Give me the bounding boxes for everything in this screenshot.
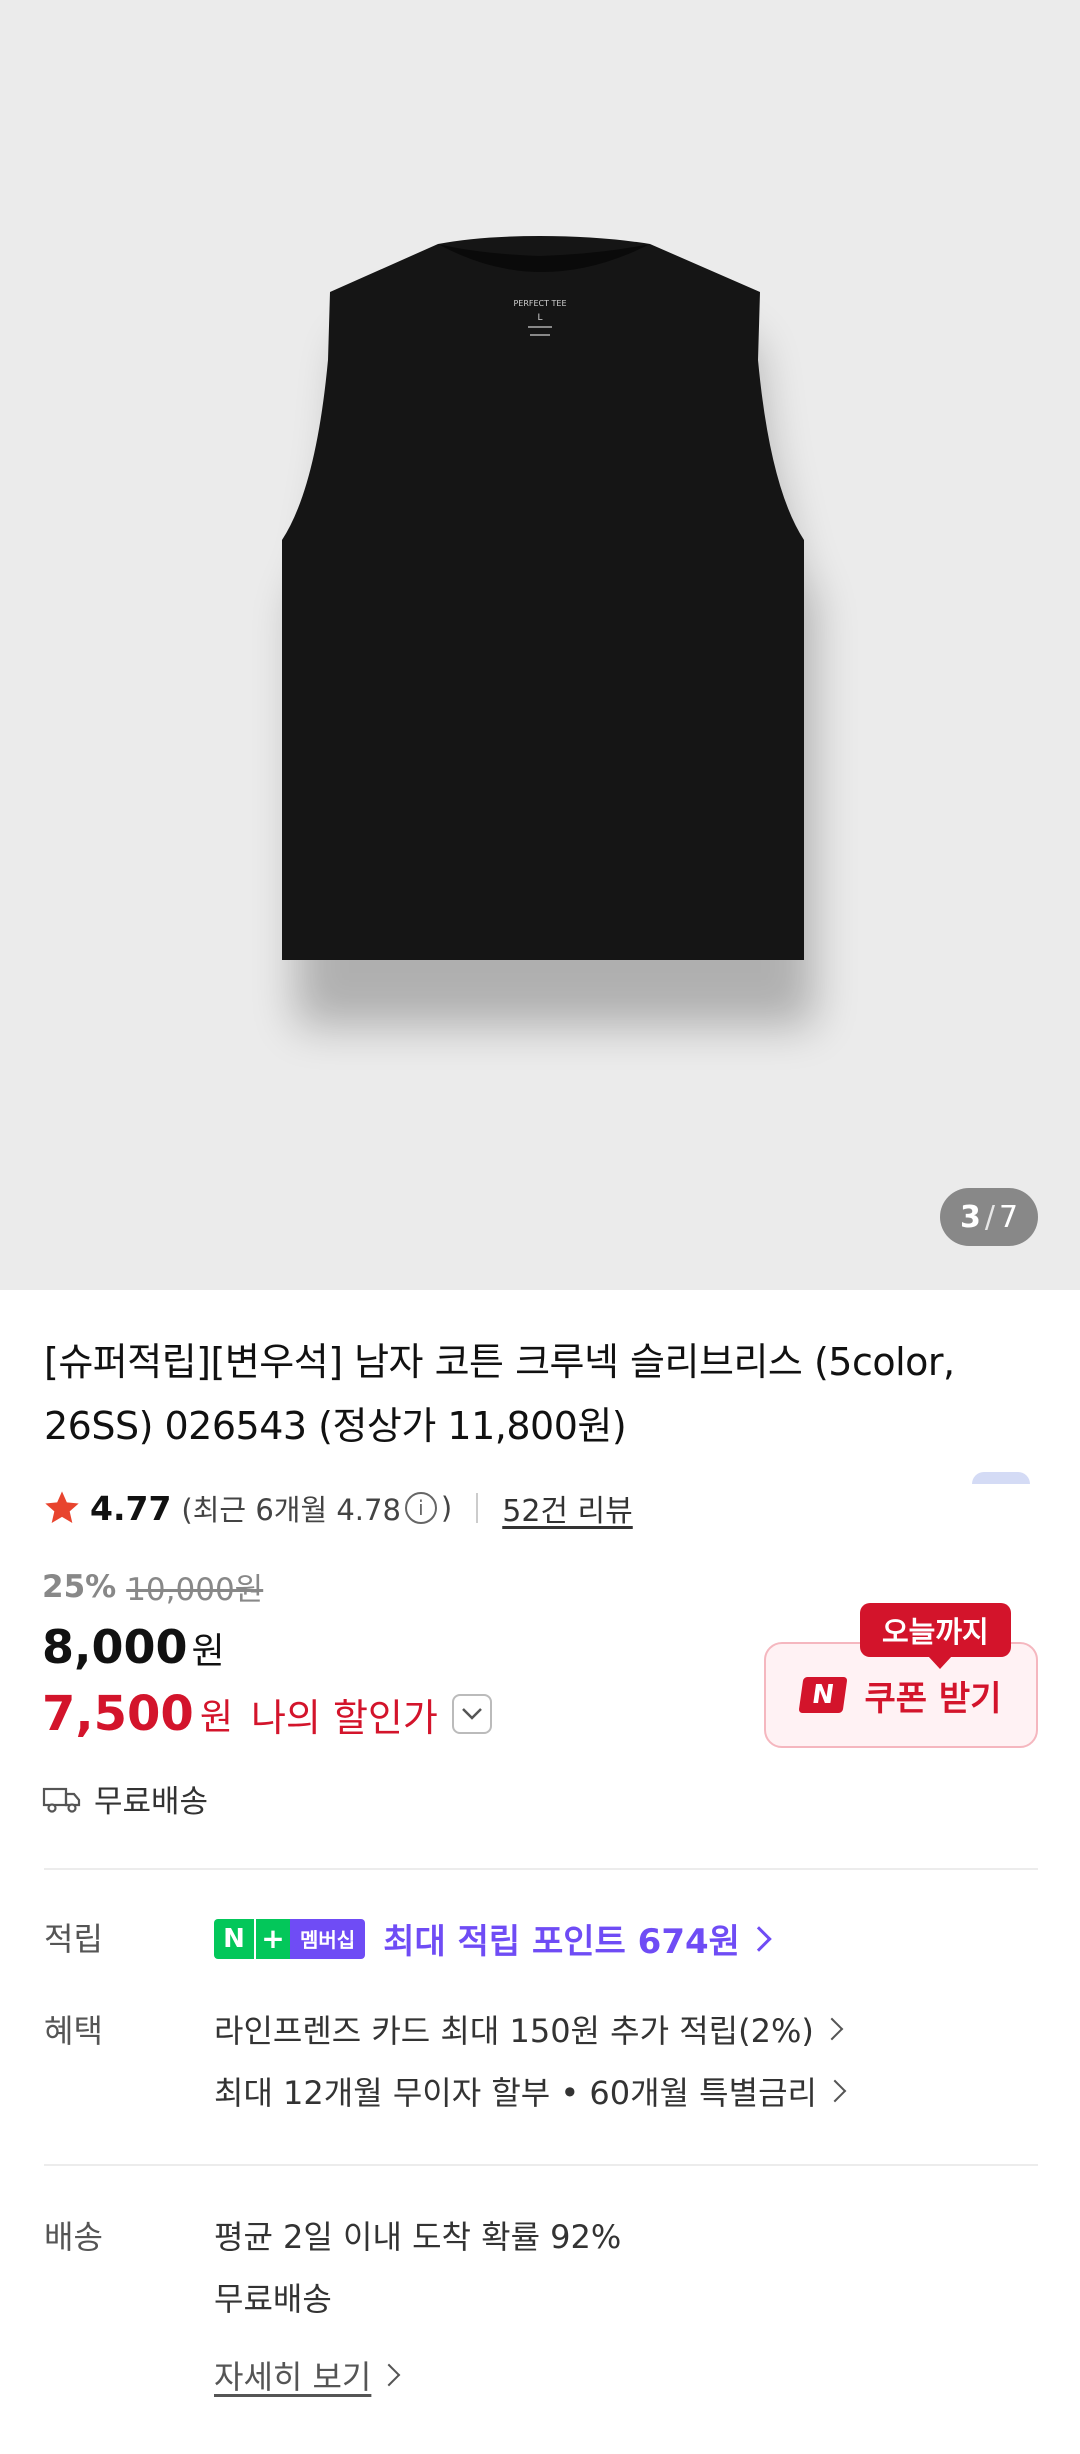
benefit-installment[interactable]: 최대 12개월 무이자 할부 • 60개월 특별금리 bbox=[214, 2068, 847, 2114]
shipping-row: 무료배송 bbox=[42, 1776, 208, 1821]
detail-link-text: 자세히 보기 bbox=[214, 2358, 372, 2396]
image-pager: 3 / 7 bbox=[940, 1188, 1038, 1246]
chevron-right-icon bbox=[378, 2363, 401, 2387]
max-points-text: 최대 적립 포인트 674원 bbox=[383, 1922, 740, 1962]
benefits-label: 혜택 bbox=[44, 2012, 103, 2050]
product-image-gallery[interactable]: PERFECT TEE L 3 / 7 bbox=[0, 0, 1080, 1290]
rating-value: 4.77 bbox=[90, 1488, 172, 1528]
naver-n-icon: N bbox=[214, 1918, 254, 1959]
product-title: [슈퍼적립][변우석] 남자 코튼 크루넥 슬리브리스 (5color, 26S… bbox=[44, 1340, 955, 1448]
recent-rating: (최근 6개월 4.78 bbox=[181, 1493, 401, 1527]
chevron-right-icon bbox=[823, 2079, 847, 2103]
pager-separator: / bbox=[984, 1199, 995, 1235]
coupon-label: 쿠폰 받기 bbox=[864, 1678, 1002, 1719]
recent-rating-close: ) bbox=[440, 1491, 453, 1525]
delivery-probability: 평균 2일 이내 도착 확률 92% bbox=[214, 2218, 622, 2256]
star-icon bbox=[45, 1491, 79, 1523]
garment-tag: PERFECT TEE bbox=[513, 299, 566, 308]
price-row: 8,000 원 bbox=[42, 1620, 225, 1674]
naver-logo-icon: N bbox=[797, 1677, 848, 1713]
garment-tag-size: L bbox=[537, 313, 542, 323]
benefit-text: 최대 12개월 무이자 할부 • 60개월 특별금리 bbox=[214, 2074, 817, 2112]
sale-price: 8,000 bbox=[42, 1620, 188, 1674]
my-price-row[interactable]: 7,500 원 나의 할인가 bbox=[42, 1686, 492, 1742]
pager-total: 7 bbox=[998, 1199, 1019, 1235]
benefit-text: 라인프렌즈 카드 최대 150원 추가 적립(2%) bbox=[214, 2012, 814, 2050]
rating-divider bbox=[476, 1493, 479, 1523]
shipping-text: 무료배송 bbox=[94, 1784, 209, 1820]
review-count-link[interactable]: 52건 리뷰 bbox=[502, 1486, 633, 1530]
chevron-right-icon bbox=[820, 2017, 844, 2041]
my-price-unit: 원 bbox=[199, 1697, 233, 1738]
floating-button-peek[interactable] bbox=[972, 1472, 1030, 1484]
discount-row: 25% 10,000원 bbox=[42, 1564, 263, 1609]
chevron-right-icon bbox=[746, 1925, 772, 1952]
plus-icon: + bbox=[254, 1918, 290, 1959]
rating-row: 4.77 (최근 6개월 4.78 i ) 52건 리뷰 bbox=[42, 1484, 633, 1532]
original-price: 10,000원 bbox=[126, 1572, 264, 1608]
section-divider bbox=[44, 1868, 1038, 1870]
chevron-down-icon[interactable] bbox=[451, 1694, 492, 1734]
delivery-label: 배송 bbox=[44, 2218, 103, 2256]
truck-icon bbox=[42, 1787, 81, 1813]
section-divider bbox=[44, 2164, 1038, 2166]
pager-current: 3 bbox=[959, 1199, 981, 1235]
delivery-detail-link[interactable]: 자세히 보기 bbox=[214, 2352, 401, 2398]
points-row[interactable]: N + 멤버십 최대 적립 포인트 674원 bbox=[214, 1914, 772, 1963]
membership-label: 멤버십 bbox=[290, 1918, 366, 1959]
discount-rate: 25% bbox=[42, 1568, 117, 1605]
benefit-card-points[interactable]: 라인프렌즈 카드 최대 150원 추가 적립(2%) bbox=[214, 2006, 844, 2052]
product-image: PERFECT TEE L bbox=[282, 236, 814, 1026]
naver-plus-membership-badge: N + 멤버십 bbox=[214, 1918, 366, 1959]
info-icon[interactable]: i bbox=[404, 1492, 437, 1524]
my-discount-price: 7,500 bbox=[42, 1686, 194, 1742]
coupon-button[interactable]: N 쿠폰 받기 bbox=[764, 1642, 1038, 1748]
coupon-deadline-tag: 오늘까지 bbox=[860, 1603, 1011, 1669]
sale-price-unit: 원 bbox=[191, 1631, 225, 1672]
my-price-label: 나의 할인가 bbox=[250, 1695, 438, 1740]
delivery-fee: 무료배송 bbox=[214, 2280, 332, 2318]
points-label: 적립 bbox=[44, 1920, 103, 1958]
